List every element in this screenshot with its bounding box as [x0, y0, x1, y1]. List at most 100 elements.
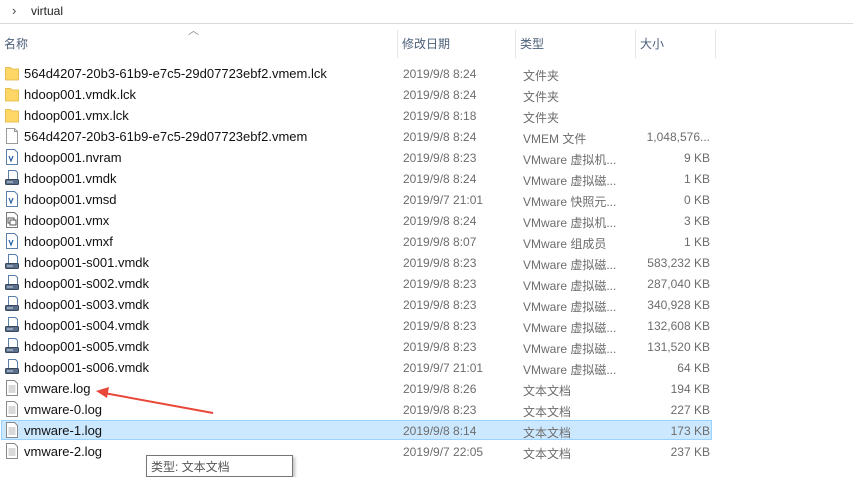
file-name[interactable]: hdoop001.vmdk — [24, 171, 117, 186]
file-row[interactable]: hdoop001-s001.vmdk 2019/9/8 8:23 VMware 虚拟… — [0, 252, 853, 273]
file-type: VMware 虚拟机... — [523, 216, 617, 230]
file-name[interactable]: hdoop001-s001.vmdk — [24, 255, 149, 270]
disk-icon — [5, 254, 19, 270]
file-size: 1 KB — [683, 235, 710, 249]
file-name[interactable]: 564d4207-20b3-61b9-e7c5-29d07723ebf2.vme… — [24, 66, 327, 81]
file-date: 2019/9/7 22:05 — [403, 445, 484, 459]
file-date: 2019/9/8 8:23 — [403, 277, 477, 291]
file-date: 2019/9/8 8:23 — [403, 403, 477, 417]
file-size: 583,232 KB — [647, 256, 710, 270]
disk-icon — [5, 275, 19, 291]
file-size: 227 KB — [670, 403, 710, 417]
file-row[interactable]: hdoop001-s003.vmdk 2019/9/8 8:23 VMware 虚拟… — [0, 294, 853, 315]
file-date: 2019/9/8 8:24 — [403, 88, 477, 102]
file-name[interactable]: vmware.log — [24, 381, 90, 396]
file-name[interactable]: hdoop001-s005.vmdk — [24, 339, 149, 354]
file-size: 194 KB — [670, 382, 710, 396]
file-name[interactable]: hdoop001.vmx — [24, 213, 109, 228]
file-row[interactable]: hdoop001-s006.vmdk 2019/9/7 21:01 VMware 虚… — [0, 357, 853, 378]
file-date: 2019/9/7 21:01 — [403, 193, 484, 207]
tooltip-text: 类型: 文本文档 — [151, 460, 230, 474]
file-date: 2019/9/8 8:24 — [403, 214, 477, 228]
column-name[interactable]: ︿ 名称 — [0, 25, 397, 58]
file-row[interactable]: hdoop001.vmxf 2019/9/8 8:07 VMware 组成员 1 KB — [0, 231, 853, 252]
file-size: 237 KB — [670, 445, 710, 459]
file-name[interactable]: vmware-1.log — [24, 423, 102, 438]
vmware-doc-icon — [5, 149, 19, 165]
file-date: 2019/9/8 8:14 — [403, 424, 477, 438]
file-type: 文本文档 — [523, 384, 572, 398]
file-type: 文本文档 — [523, 426, 572, 440]
column-size[interactable]: 大小 — [635, 30, 716, 58]
file-size: 3 KB — [683, 214, 710, 228]
column-date-label: 修改日期 — [402, 37, 451, 51]
disk-icon — [5, 338, 19, 354]
file-name[interactable]: hdoop001.vmsd — [24, 192, 117, 207]
folder-icon — [5, 107, 19, 123]
file-name[interactable]: vmware-2.log — [24, 444, 102, 459]
file-row[interactable]: hdoop001.vmx.lck 2019/9/8 8:18 文件夹 — [0, 105, 853, 126]
file-type: VMware 虚拟磁... — [523, 321, 617, 335]
file-type: 文本文档 — [523, 447, 572, 461]
file-row[interactable]: vmware.log 2019/9/8 8:26 文本文档 194 KB — [0, 378, 853, 399]
file-row[interactable]: hdoop001-s002.vmdk 2019/9/8 8:23 VMware 虚拟… — [0, 273, 853, 294]
file-date: 2019/9/8 8:23 — [403, 298, 477, 312]
file-type: 文件夹 — [523, 111, 560, 125]
file-name[interactable]: hdoop001-s004.vmdk — [24, 318, 149, 333]
file-name[interactable]: hdoop001-s003.vmdk — [24, 297, 149, 312]
file-date: 2019/9/8 8:26 — [403, 382, 477, 396]
file-date: 2019/9/8 8:24 — [403, 172, 477, 186]
file-date: 2019/9/8 8:23 — [403, 151, 477, 165]
file-row[interactable]: hdoop001.nvram 2019/9/8 8:23 VMware 虚拟机...… — [0, 147, 853, 168]
file-size: 1,048,576... — [646, 130, 710, 144]
file-name[interactable]: hdoop001.nvram — [24, 150, 122, 165]
disk-icon — [5, 359, 19, 375]
file-row[interactable]: hdoop001-s005.vmdk 2019/9/8 8:23 VMware 虚拟… — [0, 336, 853, 357]
file-type: 文件夹 — [523, 90, 560, 104]
file-row[interactable]: vmware-2.log 2019/9/7 22:05 文本文档 237 KB — [0, 441, 853, 462]
file-row[interactable]: hdoop001.vmdk 2019/9/8 8:24 VMware 虚拟磁... 1… — [0, 168, 853, 189]
file-row[interactable]: hdoop001-s004.vmdk 2019/9/8 8:23 VMware 虚拟… — [0, 315, 853, 336]
file-name[interactable]: hdoop001-s002.vmdk — [24, 276, 149, 291]
file-type: 文本文档 — [523, 405, 572, 419]
address-path[interactable]: virtual — [31, 4, 63, 18]
column-type[interactable]: 类型 — [515, 30, 635, 58]
file-type: VMware 虚拟磁... — [523, 363, 617, 377]
file-size: 132,608 KB — [647, 319, 710, 333]
file-row[interactable]: vmware-1.log 2019/9/8 8:14 文本文档 173 KB — [0, 420, 853, 441]
file-date: 2019/9/8 8:24 — [403, 130, 477, 144]
file-name[interactable]: 564d4207-20b3-61b9-e7c5-29d07723ebf2.vme… — [24, 129, 307, 144]
vm-config-icon — [5, 212, 19, 228]
file-name[interactable]: vmware-0.log — [24, 402, 102, 417]
file-type: VMware 虚拟机... — [523, 153, 617, 167]
file-date: 2019/9/8 8:18 — [403, 109, 477, 123]
tooltip: 类型: 文本文档 — [146, 455, 293, 477]
file-name[interactable]: hdoop001.vmxf — [24, 234, 113, 249]
column-size-label: 大小 — [640, 37, 665, 51]
file-type: VMware 组成员 — [523, 237, 607, 251]
file-row[interactable]: vmware-0.log 2019/9/8 8:23 文本文档 227 KB — [0, 399, 853, 420]
file-row[interactable]: 564d4207-20b3-61b9-e7c5-29d07723ebf2.vme… — [0, 63, 853, 84]
file-row[interactable]: hdoop001.vmx 2019/9/8 8:24 VMware 虚拟机... 3 … — [0, 210, 853, 231]
text-file-icon — [5, 422, 19, 438]
file-list: 564d4207-20b3-61b9-e7c5-29d07723ebf2.vme… — [0, 63, 853, 462]
file-size: 64 KB — [677, 361, 710, 375]
file-size: 340,928 KB — [647, 298, 710, 312]
column-date[interactable]: 修改日期 — [397, 30, 515, 58]
file-row[interactable]: hdoop001.vmdk.lck 2019/9/8 8:24 文件夹 — [0, 84, 853, 105]
chevron-right-icon[interactable]: › — [12, 3, 16, 18]
file-row[interactable]: 564d4207-20b3-61b9-e7c5-29d07723ebf2.vme… — [0, 126, 853, 147]
file-size: 131,520 KB — [647, 340, 710, 354]
file-date: 2019/9/8 8:23 — [403, 319, 477, 333]
disk-icon — [5, 296, 19, 312]
file-size: 287,040 KB — [647, 277, 710, 291]
file-name[interactable]: hdoop001.vmx.lck — [24, 108, 129, 123]
file-size: 0 KB — [683, 193, 710, 207]
vmware-doc-icon — [5, 191, 19, 207]
file-name[interactable]: hdoop001.vmdk.lck — [24, 87, 136, 102]
file-row[interactable]: hdoop001.vmsd 2019/9/7 21:01 VMware 快照元...… — [0, 189, 853, 210]
file-name[interactable]: hdoop001-s006.vmdk — [24, 360, 149, 375]
address-bar[interactable]: ) › virtual — [0, 0, 853, 24]
file-type: VMware 虚拟磁... — [523, 258, 617, 272]
file-date: 2019/9/8 8:23 — [403, 340, 477, 354]
